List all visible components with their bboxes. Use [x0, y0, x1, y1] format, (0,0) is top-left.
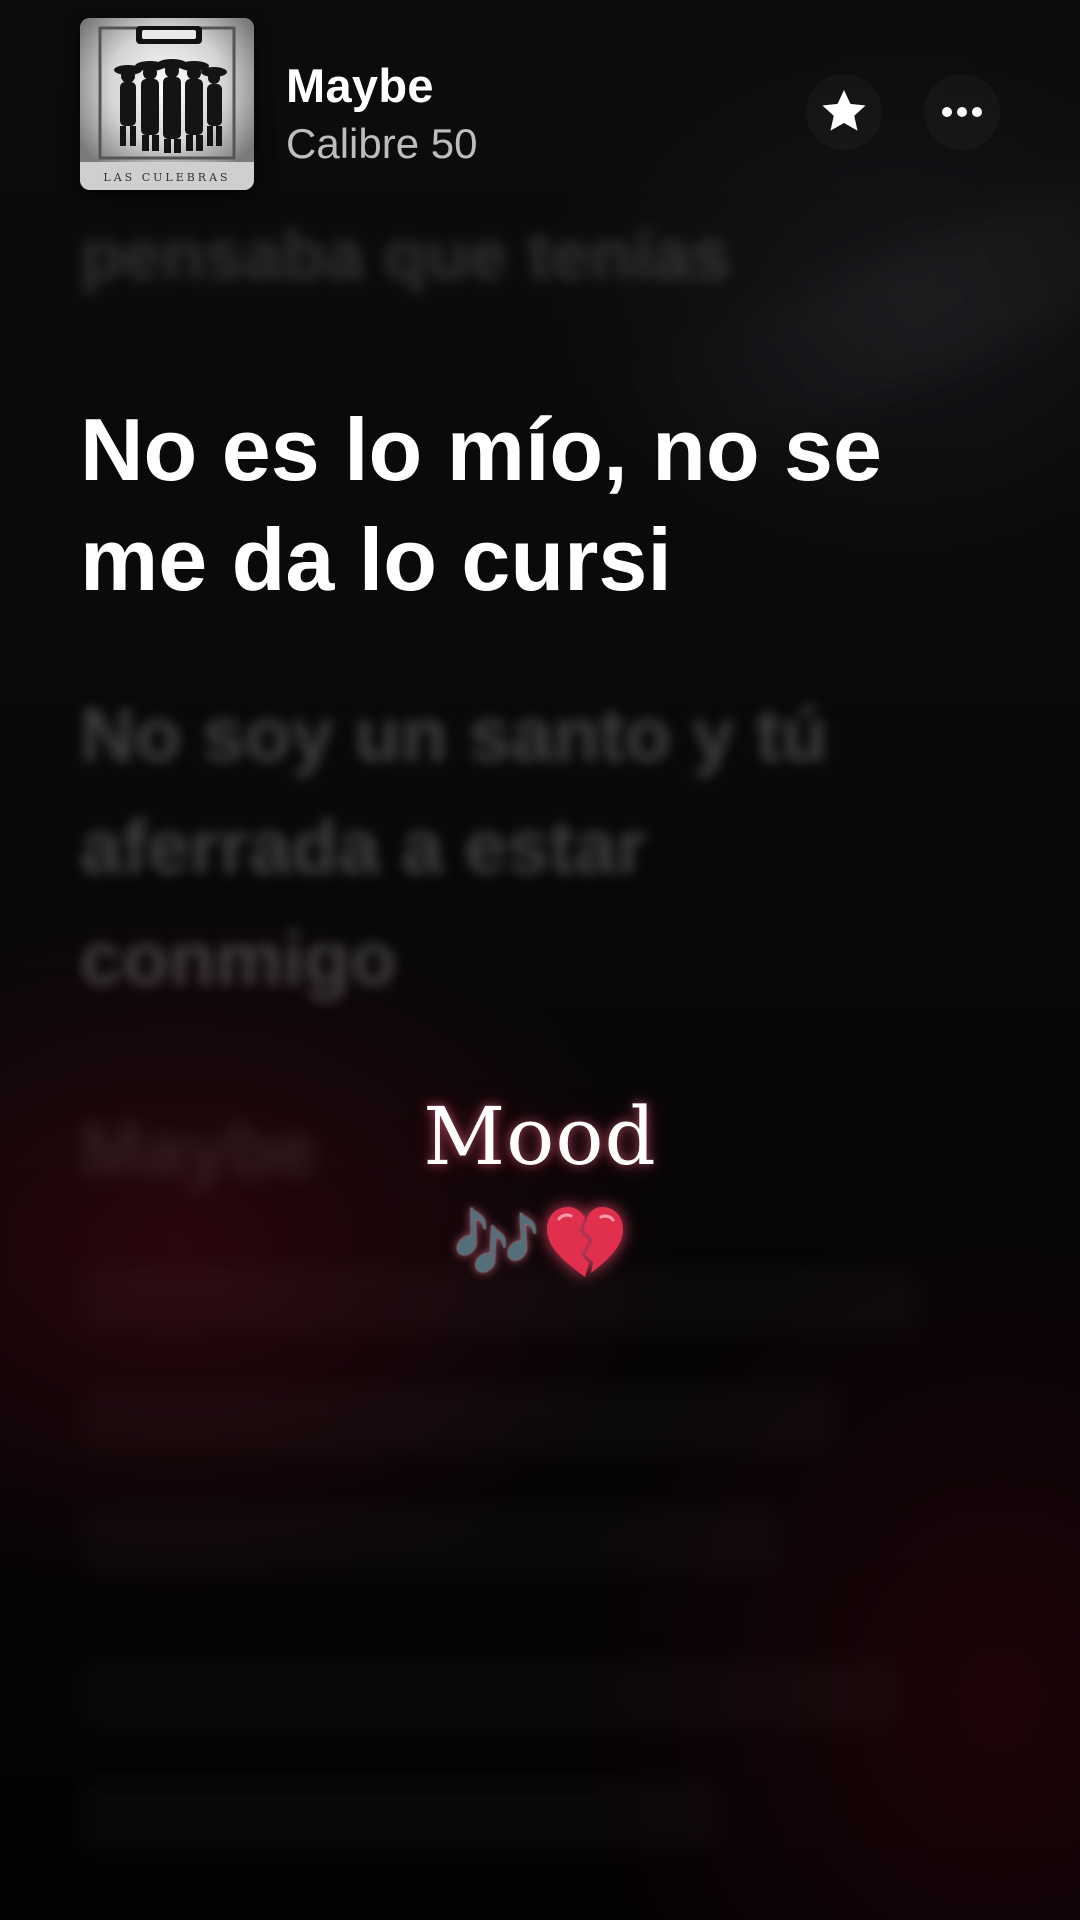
lyric-line-blurred: [80, 1660, 900, 1730]
now-playing-header: LAS CULEBRAS Maybe Calibre 50: [0, 0, 1080, 200]
music-notes-icon: 🎶: [453, 1201, 541, 1284]
mood-text: Mood: [423, 1090, 657, 1183]
favorite-button[interactable]: [806, 74, 882, 150]
mood-caption: Mood 🎶: [0, 1090, 1080, 1293]
lyric-line-current[interactable]: No es lo mío, no se me da lo cursi: [80, 395, 980, 615]
lyric-line-blurred: [80, 1780, 720, 1850]
track-title[interactable]: Maybe: [286, 58, 434, 113]
mood-emoji-row: 🎶: [453, 1193, 626, 1293]
album-artwork-image: LAS CULEBRAS: [80, 18, 254, 190]
more-horizontal-icon: [942, 107, 982, 117]
broken-heart-icon: [546, 1207, 623, 1277]
more-options-button[interactable]: [924, 74, 1000, 150]
album-title-text: LAS CULEBRAS: [103, 171, 230, 184]
lyric-line-next[interactable]: No soy un santo y tú aferrada a estar co…: [80, 680, 980, 1016]
lyric-line-previous[interactable]: pensaba que tenías: [80, 215, 980, 310]
album-artwork[interactable]: LAS CULEBRAS: [80, 18, 254, 190]
track-artist[interactable]: Calibre 50: [286, 120, 477, 168]
lyric-line-blurred: [80, 1385, 840, 1455]
album-logo: [136, 26, 202, 44]
star-icon: [822, 89, 866, 131]
lyric-line-blurred: [80, 1505, 780, 1575]
